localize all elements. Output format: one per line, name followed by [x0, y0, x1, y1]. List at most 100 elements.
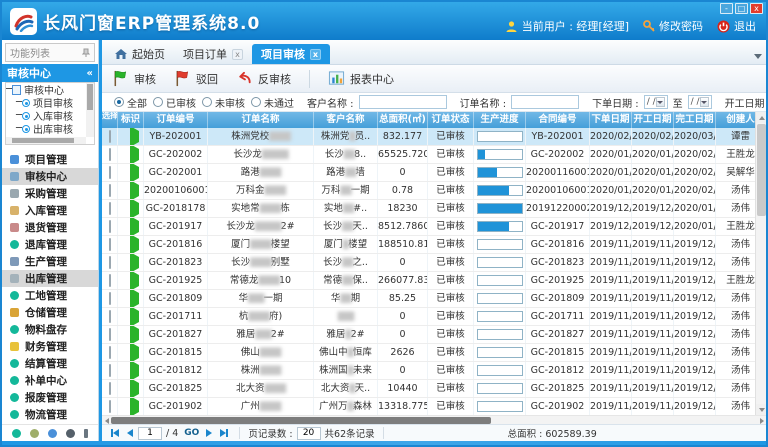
toolbar-button-驳回[interactable]: 驳回: [174, 70, 218, 87]
calendar-dropdown-icon[interactable]: [700, 97, 709, 107]
sidebar-item-仓储管理[interactable]: 仓储管理: [2, 304, 98, 321]
sidebar-item-财务管理[interactable]: 财务管理: [2, 338, 98, 355]
tree-node-child[interactable]: ─出库审核: [6, 122, 86, 135]
row-select-cell[interactable]: [102, 290, 118, 307]
table-row[interactable]: GC-201902广州████广州万█森林13318.775已审核GC-2019…: [102, 398, 755, 415]
row-checkbox[interactable]: [109, 238, 111, 251]
dot-icon[interactable]: [12, 429, 21, 438]
go-button[interactable]: GO: [184, 428, 199, 438]
table-row[interactable]: GC-201917长沙龙█████2#长沙██天..8512.78600..已审…: [102, 218, 755, 236]
row-checkbox[interactable]: [109, 274, 111, 287]
sidebar-item-入库管理[interactable]: 入库管理: [2, 202, 98, 219]
tree-node-child[interactable]: ─入库审核: [6, 109, 86, 122]
function-list-box[interactable]: 功能列表: [5, 43, 95, 62]
scroll-right-icon[interactable]: [757, 416, 766, 425]
sidebar-item-生产管理[interactable]: 生产管理: [2, 253, 98, 270]
column-header-总面积(㎡)[interactable]: 总面积(㎡): [378, 112, 428, 128]
column-header-客户名称[interactable]: 客户名称: [314, 112, 378, 128]
row-select-cell[interactable]: [102, 362, 118, 379]
column-header-开工日期[interactable]: 开工日期: [632, 112, 674, 128]
per-page-input[interactable]: [297, 427, 321, 440]
grid-horizontal-scrollbar[interactable]: [102, 415, 766, 424]
tab-close-icon[interactable]: x: [310, 49, 321, 60]
row-checkbox[interactable]: [109, 400, 111, 413]
table-row[interactable]: GC-201925常德龙████10常德██保..266077.835..已审核…: [102, 272, 755, 290]
tab-close-icon[interactable]: x: [232, 49, 243, 60]
column-header-下单日期[interactable]: 下单日期: [590, 112, 632, 128]
scroll-left-icon[interactable]: [102, 416, 111, 425]
row-select-cell[interactable]: [102, 236, 118, 253]
row-checkbox[interactable]: [109, 256, 111, 269]
scroll-up-icon[interactable]: [756, 112, 767, 123]
table-row[interactable]: GC-201816厦门████楼望厦门█楼望188510.818已审核GC-20…: [102, 236, 755, 254]
tree-vertical-scrollbar[interactable]: [86, 83, 94, 137]
minimize-button[interactable]: -: [720, 3, 733, 14]
tab-项目订单[interactable]: 项目订单x: [174, 44, 252, 64]
row-select-cell[interactable]: [102, 344, 118, 361]
vertical-scroll-thumb[interactable]: [757, 124, 766, 216]
row-select-cell[interactable]: [102, 146, 118, 163]
next-page-button[interactable]: [202, 427, 216, 440]
pen-icon[interactable]: [48, 429, 57, 438]
order-name-input[interactable]: [511, 95, 579, 109]
horizontal-scroll-thumb[interactable]: [111, 417, 491, 424]
change-password-button[interactable]: 修改密码: [643, 18, 703, 34]
last-page-button[interactable]: [217, 427, 231, 440]
scroll-down-icon[interactable]: [756, 404, 767, 415]
order-date-from-input[interactable]: / /: [644, 95, 668, 109]
column-header-订单名称[interactable]: 订单名称: [208, 112, 314, 128]
sidebar-item-报废管理[interactable]: 报废管理: [2, 389, 98, 406]
row-checkbox[interactable]: [109, 328, 111, 341]
tab-起始页[interactable]: 起始页: [106, 44, 174, 64]
radio-全部[interactable]: [114, 97, 124, 107]
row-checkbox[interactable]: [109, 148, 111, 161]
column-header-生产进度[interactable]: 生产进度: [474, 112, 526, 128]
customer-name-input[interactable]: [359, 95, 447, 109]
sidebar-item-物流管理[interactable]: 物流管理: [2, 406, 98, 423]
column-header-订单状态[interactable]: 订单状态: [428, 112, 474, 128]
table-row[interactable]: GC-202002长沙龙█████长沙██8..65525.7200..已审核G…: [102, 146, 755, 164]
row-checkbox[interactable]: [109, 346, 111, 359]
row-checkbox[interactable]: [109, 184, 111, 197]
first-page-button[interactable]: [108, 427, 122, 440]
row-checkbox[interactable]: [109, 364, 111, 377]
column-header-订单编号[interactable]: 订单编号: [144, 112, 208, 128]
cart-icon[interactable]: [30, 429, 39, 438]
table-row[interactable]: GC-201827雅居███2#雅居█2#0已审核GC-2018272019/1…: [102, 326, 755, 344]
column-header-标识[interactable]: 标识: [118, 112, 144, 128]
sidebar-item-退库管理[interactable]: 退库管理: [2, 236, 98, 253]
row-checkbox[interactable]: [109, 292, 111, 305]
tab-项目审核[interactable]: 项目审核x: [252, 44, 330, 64]
tab-overflow-icon[interactable]: [754, 54, 762, 59]
book-icon[interactable]: [66, 429, 75, 438]
overflow-icon[interactable]: [84, 429, 88, 438]
sidebar-item-结算管理[interactable]: 结算管理: [2, 355, 98, 372]
table-row[interactable]: YB-202001株洲党校████株洲党█员..832.177已审核YB-202…: [102, 128, 755, 146]
page-number-input[interactable]: [138, 427, 162, 440]
row-select-cell[interactable]: [102, 254, 118, 271]
sidebar-item-物料盘存[interactable]: 物料盘存: [2, 321, 98, 338]
radio-已审核[interactable]: [153, 97, 163, 107]
row-checkbox[interactable]: [109, 130, 111, 143]
sidebar-item-采购管理[interactable]: 采购管理: [2, 185, 98, 202]
row-select-cell[interactable]: [102, 380, 118, 397]
row-select-cell[interactable]: [102, 218, 118, 235]
table-row[interactable]: GC-201825北大资████北大资█天..10440已审核GC-201825…: [102, 380, 755, 398]
row-select-cell[interactable]: [102, 398, 118, 415]
sidebar-item-项目管理[interactable]: 项目管理: [2, 151, 98, 168]
row-checkbox[interactable]: [109, 382, 111, 395]
table-row[interactable]: 20200106001万科金████万科██一期0.78已审核202001060…: [102, 182, 755, 200]
sidebar-item-补单中心[interactable]: 补单中心: [2, 372, 98, 389]
row-checkbox[interactable]: [109, 202, 111, 215]
sidebar-item-出库管理[interactable]: 出库管理: [2, 270, 98, 287]
table-row[interactable]: GC-201812株洲████株洲国█未来0已审核GC-2018122019/1…: [102, 362, 755, 380]
row-select-cell[interactable]: [102, 200, 118, 217]
toolbar-button-报表中心[interactable]: 报表中心: [328, 70, 394, 87]
row-select-cell[interactable]: [102, 182, 118, 199]
row-checkbox[interactable]: [109, 220, 111, 233]
row-checkbox[interactable]: [109, 166, 111, 179]
column-header-选择[interactable]: 选择: [102, 112, 118, 128]
row-select-cell[interactable]: [102, 272, 118, 289]
row-select-cell[interactable]: [102, 128, 118, 145]
row-select-cell[interactable]: [102, 308, 118, 325]
